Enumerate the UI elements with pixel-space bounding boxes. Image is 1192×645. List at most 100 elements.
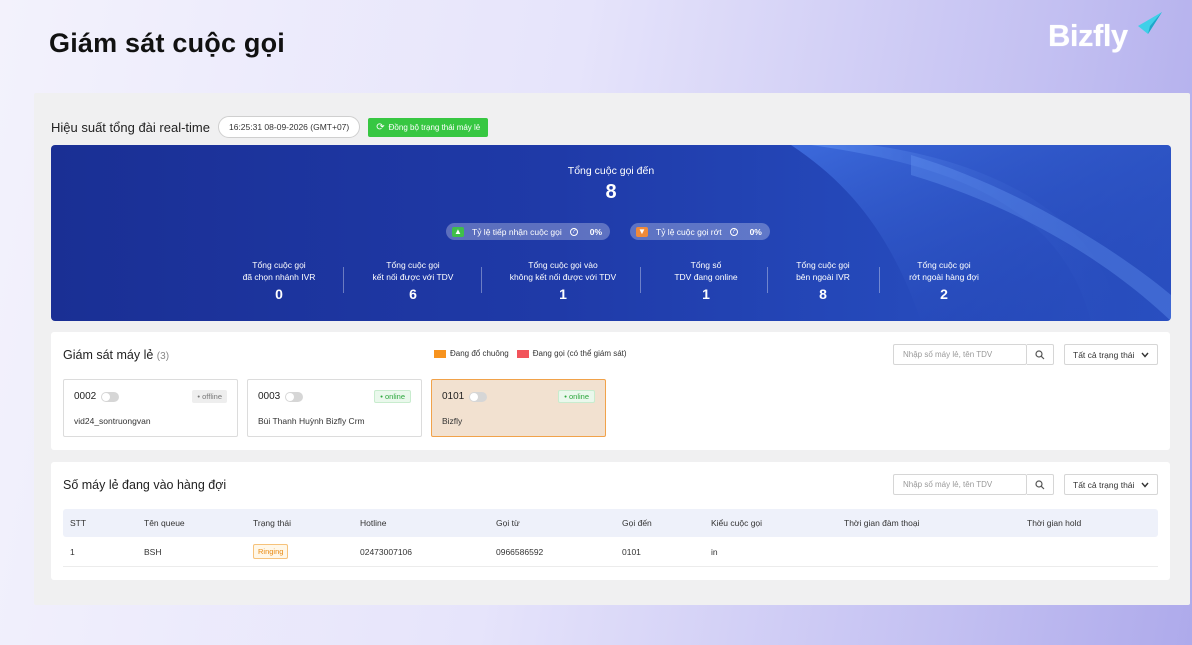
stat-line1: Tổng cuộc gọi: [252, 260, 306, 270]
extension-toggle[interactable]: [469, 392, 487, 402]
stat-divider: [343, 267, 344, 293]
stat-outside-ivr: Tổng cuộc gọi bên ngoài IVR 8: [777, 259, 869, 302]
cell-type: in: [711, 546, 718, 557]
column-header: Thời gian đàm thoại: [844, 518, 920, 528]
column-header: Tên queue: [144, 518, 185, 528]
performance-header: Hiệu suất tổng đài real-time 16:25:31 08…: [51, 115, 489, 139]
bizfly-logo: Bizfly: [1048, 12, 1164, 58]
stat-divider: [640, 267, 641, 293]
extension-number: 0002: [74, 391, 97, 402]
status-legend: Đang đổ chuông Đang gọi (có thể giám sát…: [434, 349, 627, 358]
stat-ivr-branch: Tổng cuộc gọi đã chọn nhánh IVR 0: [223, 259, 335, 302]
thumbs-up-icon: ▲: [452, 226, 464, 237]
extension-toggle[interactable]: [101, 392, 119, 402]
extension-number: 0003: [258, 391, 281, 402]
extension-search-button[interactable]: [1027, 344, 1054, 365]
extension-monitor-title-text: Giám sát máy lẻ: [63, 348, 154, 362]
drop-rate-pill: ▼ Tỷ lệ cuộc gọi rớt ? 0%: [630, 223, 770, 240]
extension-toggle[interactable]: [285, 392, 303, 402]
search-icon: [1035, 479, 1045, 489]
total-incoming-label: Tổng cuộc gọi đến: [567, 165, 655, 177]
monitoring-panel: Hiệu suất tổng đài real-time 16:25:31 08…: [34, 93, 1190, 605]
column-header: Kiểu cuộc gọi: [711, 518, 763, 528]
status-filter-value: Tất cả trạng thái: [1073, 479, 1135, 490]
total-incoming-value: 8: [605, 181, 617, 203]
drop-rate-label: Tỷ lệ cuộc gọi rớt: [656, 226, 722, 237]
extension-card-0101[interactable]: 0101 • online Bizfly: [431, 379, 606, 437]
stat-line2: đã chọn nhánh IVR: [242, 272, 316, 282]
column-header: Trạng thái: [253, 518, 291, 528]
column-header: STT: [70, 518, 87, 528]
cell-hotline: 02473007106: [360, 546, 413, 557]
cell-queue: BSH: [144, 546, 162, 557]
stat-line1: Tổng cuộc gọi: [796, 260, 850, 270]
extension-card-0002[interactable]: 0002 • offline vid24_sontruongvan: [63, 379, 238, 437]
stats-banner: Tổng cuộc gọi đến 8 ▲ Tỷ lệ tiếp nhận cu…: [51, 145, 1171, 321]
stat-line1: Tổng cuộc gọi vào: [528, 260, 598, 270]
queue-search-button[interactable]: [1027, 474, 1054, 495]
legend-swatch-ringing: [434, 349, 446, 358]
extension-count: (3): [156, 351, 170, 362]
extension-search-input[interactable]: Nhập số máy lẻ, tên TDV: [893, 344, 1027, 365]
stat-line2: không kết nối được với TDV: [509, 272, 617, 282]
stat-line1: Tổng cuộc gọi: [386, 260, 440, 270]
paper-plane-icon: [1138, 12, 1162, 34]
stat-line2: kết nối được với TDV: [372, 272, 454, 282]
legend-calling-label: Đang gọi (có thể giám sát): [532, 349, 627, 358]
extension-monitor-title: Giám sát máy lẻ (3): [63, 348, 169, 362]
stat-dropped-outside-queue: Tổng cuộc gọi rớt ngoài hàng đợi 2: [889, 259, 999, 302]
extension-number: 0101: [442, 391, 465, 402]
chevron-down-icon: [1141, 352, 1149, 358]
cell-to: 0101: [622, 546, 641, 557]
page-title: Giám sát cuộc gọi: [49, 28, 285, 58]
column-header: Thời gian hold: [1027, 518, 1082, 528]
agent-name: Bùi Thanh Huỳnh Bizfly Crm: [258, 416, 365, 426]
agent-name: Bizfly: [442, 416, 463, 426]
stat-value: 6: [409, 286, 417, 302]
stat-divider: [481, 267, 482, 293]
help-icon[interactable]: ?: [729, 227, 738, 236]
queue-search-input[interactable]: Nhập số máy lẻ, tên TDV: [893, 474, 1027, 495]
stat-not-connected: Tổng cuộc gọi vào không kết nối được với…: [497, 259, 629, 302]
help-icon[interactable]: ?: [569, 227, 578, 236]
cell-stt: 1: [70, 546, 75, 557]
queue-table: STT Tên queue Trạng thái Hotline Gọi từ …: [63, 509, 1158, 567]
stat-value: 2: [940, 286, 948, 302]
stat-value: 1: [559, 286, 567, 302]
stat-divider: [767, 267, 768, 293]
table-row[interactable]: 1 BSH Ringing 02473007106 0966586592 010…: [63, 537, 1158, 567]
stat-value: 0: [275, 286, 283, 302]
extension-status-filter[interactable]: Tất cả trạng thái: [1064, 344, 1158, 365]
stat-line1: Tổng cuộc gọi: [917, 260, 971, 270]
column-header: Gọi đến: [622, 518, 652, 528]
performance-title: Hiệu suất tổng đài real-time: [51, 119, 210, 135]
queue-status-filter[interactable]: Tất cả trạng thái: [1064, 474, 1158, 495]
accept-rate-label: Tỷ lệ tiếp nhận cuộc gọi: [472, 226, 562, 237]
table-header: STT Tên queue Trạng thái Hotline Gọi từ …: [63, 509, 1158, 537]
accept-rate-value: 0%: [589, 226, 603, 237]
search-icon: [1035, 349, 1045, 359]
column-header: Gọi từ: [496, 518, 520, 528]
legend-ringing-label: Đang đổ chuông: [450, 349, 509, 358]
agent-name: vid24_sontruongvan: [74, 416, 151, 426]
accept-rate-pill: ▲ Tỷ lệ tiếp nhận cuộc gọi ? 0%: [446, 223, 611, 240]
logo-text: Bizfly: [1048, 18, 1128, 53]
chevron-down-icon: [1141, 482, 1149, 488]
datetime-display: 16:25:31 08-09-2026 (GMT+07): [217, 116, 361, 138]
queue-title: Số máy lẻ đang vào hàng đợi: [63, 478, 227, 492]
stat-agents-online: Tổng số TDV đang online 1: [655, 259, 757, 301]
stat-line2: rớt ngoài hàng đợi: [909, 272, 979, 282]
cell-from: 0966586592: [496, 546, 544, 557]
extension-card-0003[interactable]: 0003 • online Bùi Thanh Huỳnh Bizfly Crm: [247, 379, 422, 437]
stat-connected-agent: Tổng cuộc gọi kết nối được với TDV 6: [357, 259, 469, 302]
stat-line2: bên ngoài IVR: [796, 272, 850, 282]
stat-line1: Tổng số: [690, 260, 722, 270]
sync-button-label: Đồng bộ trạng thái máy lẻ: [388, 122, 481, 132]
sync-extension-status-button[interactable]: ⟳ Đồng bộ trạng thái máy lẻ: [368, 117, 489, 137]
drop-rate-value: 0%: [749, 226, 762, 237]
thumbs-down-icon: ▼: [636, 226, 648, 237]
stat-value: 8: [819, 286, 827, 302]
stat-divider: [879, 267, 880, 293]
status-filter-value: Tất cả trạng thái: [1073, 349, 1135, 360]
stat-line2: TDV đang online: [674, 272, 738, 282]
